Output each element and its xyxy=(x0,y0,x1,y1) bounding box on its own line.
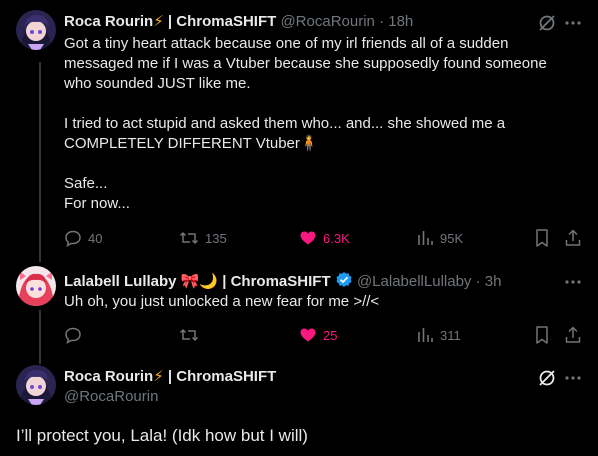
author-handle[interactable]: @RocaRourin xyxy=(280,13,374,30)
tweet-text: Got a tiny heart attack because one of m… xyxy=(64,35,547,212)
tweet-time[interactable]: · 3h xyxy=(476,273,502,290)
view-count: 311 xyxy=(440,327,461,343)
analytics-icon xyxy=(416,229,434,247)
more-options-icon[interactable] xyxy=(563,368,583,388)
avatar[interactable] xyxy=(16,266,56,306)
tweet-text: Uh oh, you just unlocked a new fear for … xyxy=(64,293,380,310)
like-count: 25 xyxy=(323,327,338,343)
author-org[interactable]: | ChromaSHIFT xyxy=(168,368,276,385)
bookmark-icon[interactable] xyxy=(533,325,551,345)
author-handle[interactable]: @LalabellLullaby xyxy=(357,273,471,290)
grok-icon[interactable] xyxy=(537,368,557,388)
retweet-count: 135 xyxy=(205,230,227,246)
reply-button[interactable]: 40 xyxy=(64,228,102,248)
retweet-icon xyxy=(179,229,199,247)
thread-line xyxy=(39,62,41,262)
reply-icon xyxy=(64,326,82,344)
heart-filled-icon xyxy=(299,229,317,247)
thread-line xyxy=(39,310,41,364)
reply-button[interactable] xyxy=(64,325,88,345)
retweet-button[interactable]: 135 xyxy=(179,228,227,248)
bookmark-icon[interactable] xyxy=(533,228,551,248)
like-button[interactable]: 25 xyxy=(299,325,337,345)
more-options-icon[interactable] xyxy=(563,272,583,292)
reply-count: 40 xyxy=(88,230,103,246)
views-button[interactable]: 95K xyxy=(416,228,463,248)
author-org[interactable]: | ChromaSHIFT xyxy=(222,273,330,290)
tweet-header: Lalabell Lullaby 🎀🌙 | ChromaSHIFT @Lalab… xyxy=(64,271,501,291)
tweet-time[interactable]: · 18h xyxy=(379,13,413,30)
author-name[interactable]: Roca Rourin xyxy=(64,13,153,30)
name-emoji: ⚡ xyxy=(153,368,164,385)
analytics-icon xyxy=(416,326,434,344)
retweet-button[interactable] xyxy=(179,325,205,345)
tweet-text: I’ll protect you, Lala! (Idk how but I w… xyxy=(16,426,308,445)
like-button[interactable]: 6.3K xyxy=(299,228,350,248)
author-handle[interactable]: @RocaRourin xyxy=(64,388,158,408)
verified-badge-icon xyxy=(335,271,353,289)
avatar[interactable] xyxy=(16,365,56,405)
name-emoji: 🎀🌙 xyxy=(180,273,219,290)
view-count: 95K xyxy=(440,230,464,246)
author-org[interactable]: | ChromaSHIFT xyxy=(168,13,276,30)
share-icon[interactable] xyxy=(564,228,582,248)
retweet-icon xyxy=(179,326,199,344)
author-name[interactable]: Lalabell Lullaby xyxy=(64,273,177,290)
name-emoji: ⚡ xyxy=(153,13,164,30)
tweet-header: Roca Rourin⚡ | ChromaSHIFT xyxy=(64,367,276,387)
reply-icon xyxy=(64,229,82,247)
more-options-icon[interactable] xyxy=(563,13,583,33)
heart-filled-icon xyxy=(299,326,317,344)
like-count: 6.3K xyxy=(323,230,350,246)
share-icon[interactable] xyxy=(564,325,582,345)
views-button[interactable]: 311 xyxy=(416,325,461,345)
avatar[interactable] xyxy=(16,10,56,50)
tweet-header: Roca Rourin⚡ | ChromaSHIFT @RocaRourin ·… xyxy=(64,12,413,32)
author-name[interactable]: Roca Rourin xyxy=(64,368,153,385)
grok-icon[interactable] xyxy=(537,13,557,33)
